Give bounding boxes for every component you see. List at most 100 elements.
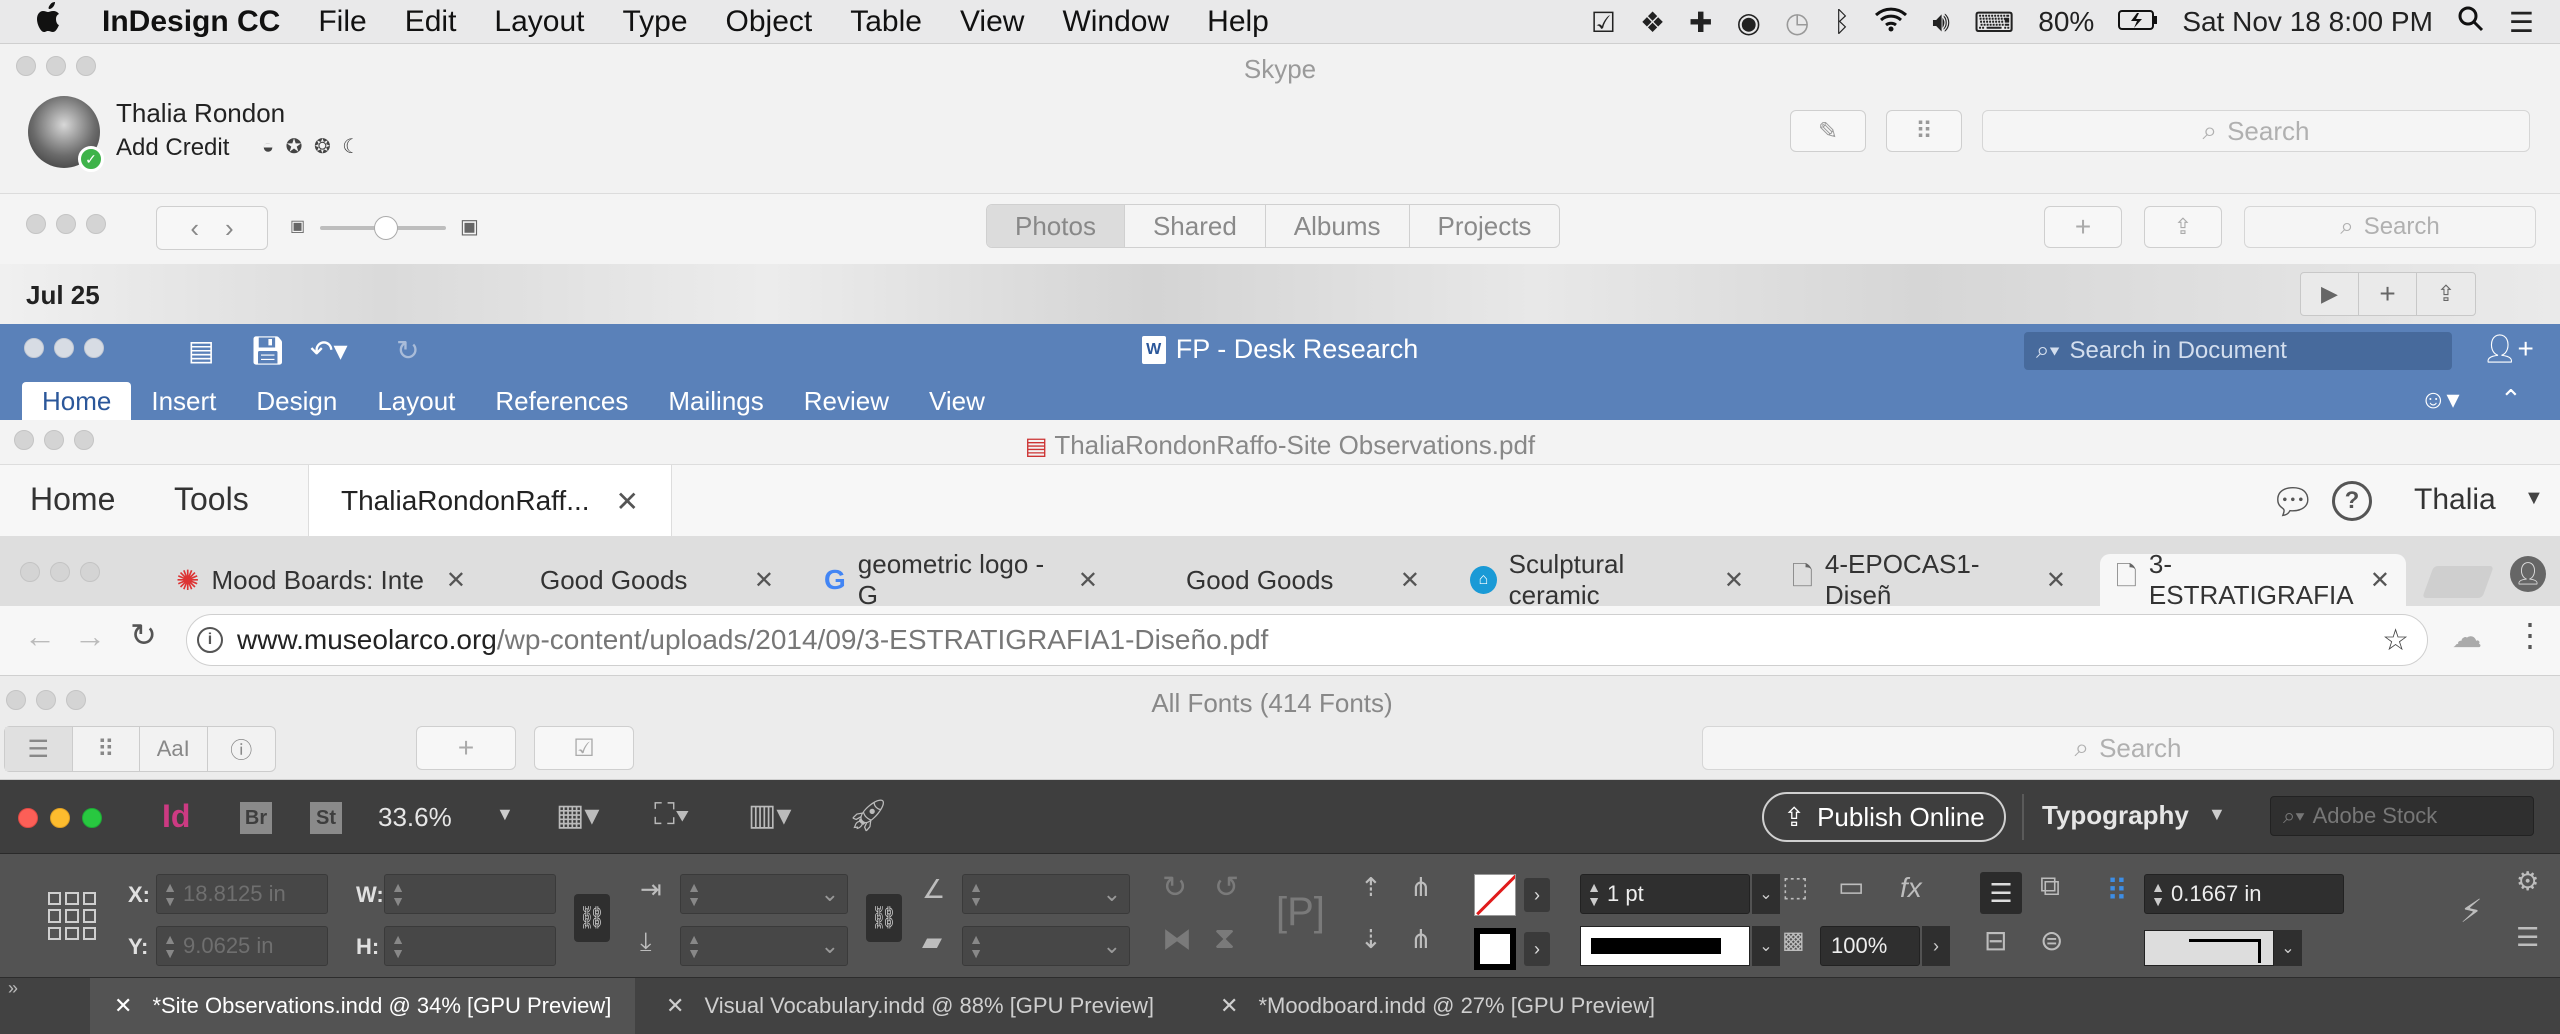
stock-button[interactable]: St xyxy=(310,802,342,834)
wifi-icon[interactable] xyxy=(1874,6,1908,39)
select-previous-object-icon[interactable]: ⋔ xyxy=(1410,872,1432,903)
segment-albums[interactable]: Albums xyxy=(1266,205,1410,247)
shear-angle-field[interactable]: ▲ ▼ ⌄ xyxy=(962,926,1130,966)
close-tab-icon[interactable]: ✕ xyxy=(616,485,639,518)
scale-x-field[interactable]: ▲ ▼ ⌄ xyxy=(680,874,848,914)
opacity-field[interactable]: 100% xyxy=(1820,926,1920,966)
adobe-stock-search[interactable]: ⌕▾ Adobe Stock xyxy=(2270,796,2534,836)
document-tab[interactable]: ✕ *Moodboard.indd @ 27% [GPU Preview] xyxy=(1196,978,1679,1034)
user-menu[interactable]: Thalia xyxy=(2414,483,2496,517)
compose-button[interactable]: ✎ xyxy=(1790,110,1866,152)
photos-window-controls[interactable] xyxy=(26,214,106,234)
document-tab-active[interactable]: ✕ *Site Observations.indd @ 34% [GPU Pre… xyxy=(90,978,636,1034)
select-next-object-icon[interactable]: ⋔ xyxy=(1410,924,1432,955)
panel-menu-icon[interactable]: ☰ xyxy=(2516,922,2539,953)
avatar[interactable]: ✓ xyxy=(28,96,104,172)
flip-horizontal-icon[interactable]: ⧓ xyxy=(1162,922,1192,957)
x-position-field[interactable]: ▲ ▼ 18.8125 in xyxy=(156,874,328,914)
arrange-documents-icon[interactable]: ▥▾ xyxy=(748,798,791,833)
width-field[interactable]: ▲ ▼ xyxy=(384,874,556,914)
text-wrap-bounding-box-icon[interactable]: ⧉ xyxy=(2040,870,2060,903)
browser-tab[interactable]: Good Goods ✕ xyxy=(1130,554,1436,606)
workspace-chevron-icon[interactable]: ▼ xyxy=(2208,804,2226,825)
stroke-swatch[interactable] xyxy=(1474,928,1516,970)
menu-file[interactable]: File xyxy=(318,5,366,39)
rotation-angle-field[interactable]: ▲ ▼ ⌄ xyxy=(962,874,1130,914)
time-machine-icon[interactable]: ◷ xyxy=(1785,6,1809,39)
close-tab-icon[interactable]: ✕ xyxy=(1220,993,1238,1019)
word-search-input[interactable]: ⌕▾ Search in Document xyxy=(2024,332,2452,370)
stroke-weight-dropdown-icon[interactable]: ⌄ xyxy=(1752,874,1780,914)
bridge-button[interactable]: Br xyxy=(240,802,272,834)
frame-fitting-icon[interactable]: ⬚ xyxy=(1782,870,1808,903)
tab-design[interactable]: Design xyxy=(236,382,357,420)
close-tab-icon[interactable]: ✕ xyxy=(114,993,132,1019)
quick-apply-lightning-icon[interactable]: ⚡︎ xyxy=(2460,892,2482,930)
smiley-feedback-icon[interactable]: ☺▾ xyxy=(2420,384,2460,415)
sidebar-icon[interactable]: ▤ xyxy=(188,334,214,367)
bookmark-star-icon[interactable]: ☆ xyxy=(2382,623,2409,658)
comment-icon[interactable]: 💬︎ xyxy=(2270,481,2316,523)
browser-tab[interactable]: ✺ Mood Boards: Inte ✕ xyxy=(160,554,482,606)
share-button[interactable]: ⇪ xyxy=(2144,206,2222,248)
add-icon[interactable]: + xyxy=(2359,273,2417,315)
segment-projects[interactable]: Projects xyxy=(1410,205,1560,247)
tab-home[interactable]: Home xyxy=(22,382,132,420)
zoom-chevron-icon[interactable]: ▼ xyxy=(496,804,514,825)
close-tab-icon[interactable]: ✕ xyxy=(666,993,684,1019)
stroke-chevron-icon[interactable]: › xyxy=(1524,932,1550,966)
info-icon[interactable]: i xyxy=(197,627,223,653)
volume-icon[interactable]: 🔊︎ xyxy=(1932,6,1950,39)
dropbox-icon[interactable]: ❖ xyxy=(1640,6,1665,39)
profile-icon[interactable]: 👤︎ xyxy=(2510,556,2546,592)
nav-tools[interactable]: Tools xyxy=(174,481,249,518)
cloud-extension-icon[interactable]: ☁ xyxy=(2452,620,2482,655)
save-icon[interactable]: 💾︎ xyxy=(250,334,286,367)
menu-edit[interactable]: Edit xyxy=(405,5,457,39)
tab-insert[interactable]: Insert xyxy=(131,382,236,420)
font-size-button[interactable]: AaI xyxy=(140,727,208,771)
effects-fx-icon[interactable]: fx xyxy=(1900,872,1922,904)
back-icon[interactable]: ← xyxy=(24,618,56,655)
height-field[interactable]: ▲ ▼ xyxy=(384,926,556,966)
menu-layout[interactable]: Layout xyxy=(494,5,584,39)
close-tab-icon[interactable]: ✕ xyxy=(1724,566,1744,595)
close-tab-icon[interactable]: ✕ xyxy=(1400,566,1420,595)
select-container-icon[interactable]: ⇡ xyxy=(1360,872,1382,903)
user-name[interactable]: Thalia Rondon xyxy=(116,98,285,129)
zoom-level[interactable]: 33.6% xyxy=(378,802,452,833)
stroke-type-dropdown-icon[interactable]: ⌄ xyxy=(1752,926,1780,966)
menu-type[interactable]: Type xyxy=(622,5,687,39)
y-position-field[interactable]: ▲ ▼ 9.0625 in xyxy=(156,926,328,966)
screen-mode-icon[interactable]: ⛶▾ xyxy=(654,798,690,832)
tab-review[interactable]: Review xyxy=(784,382,909,420)
reload-icon[interactable]: ↻ xyxy=(130,616,157,654)
validate-font-button[interactable]: ☑ xyxy=(534,726,634,770)
wrap-around-object-icon[interactable]: ⊟ xyxy=(1984,924,2007,957)
spotlight-search-icon[interactable] xyxy=(2457,5,2485,40)
add-font-button[interactable]: + xyxy=(416,726,516,770)
rotate-clockwise-icon[interactable]: ↻ xyxy=(1162,870,1187,905)
view-options-icon[interactable]: ▦▾ xyxy=(556,798,599,833)
photos-search-input[interactable]: ⌕ Search xyxy=(2244,206,2536,248)
help-icon[interactable]: ? xyxy=(2332,481,2372,521)
expand-panels-icon[interactable]: » xyxy=(8,978,18,999)
workspace-switcher[interactable]: Typography xyxy=(2042,800,2189,831)
app-name-menu[interactable]: InDesign CC xyxy=(102,5,280,39)
apple-icon[interactable] xyxy=(36,2,64,42)
constrain-proportions-link-icon[interactable]: ⛓ xyxy=(574,894,610,942)
menu-help[interactable]: Help xyxy=(1207,5,1269,39)
tab-layout[interactable]: Layout xyxy=(357,382,475,420)
browser-tab[interactable]: 🗋︎ 4-EPOCAS1-Diseñ ✕ xyxy=(1776,549,2082,610)
share-person-icon[interactable]: 👤︎+ xyxy=(2482,332,2534,365)
publish-online-button[interactable]: ⇪ Publish Online xyxy=(1762,792,2006,842)
stroke-type-select[interactable] xyxy=(1580,926,1750,966)
opacity-chevron-icon[interactable]: › xyxy=(1922,926,1950,966)
tab-view[interactable]: View xyxy=(909,382,1005,420)
redo-icon[interactable]: ↻ xyxy=(396,334,419,367)
segment-shared[interactable]: Shared xyxy=(1125,205,1266,247)
align-text-wrap-icon[interactable]: ☰ xyxy=(1980,872,2022,914)
reference-point-icon[interactable] xyxy=(48,892,96,940)
zoom-slider[interactable] xyxy=(320,216,446,240)
stroke-weight-field[interactable]: ▲ ▼ 1 pt xyxy=(1580,874,1750,914)
